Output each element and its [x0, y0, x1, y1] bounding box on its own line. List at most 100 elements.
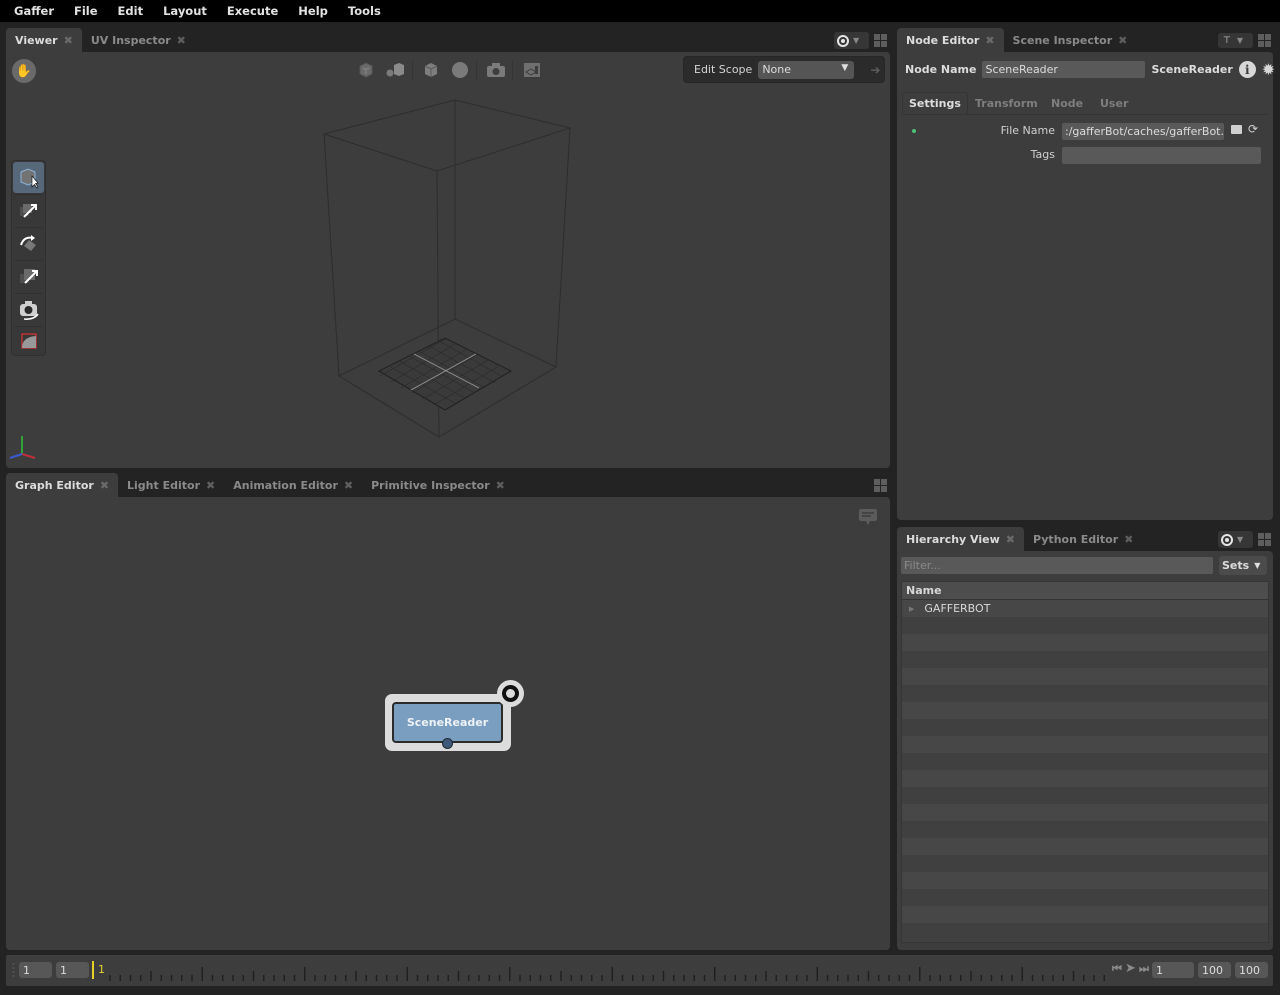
file-name-value: :/gafferBot/caches/gafferBot.scc	[1065, 125, 1224, 138]
hierarchy-empty-row	[902, 702, 1268, 719]
file-name-input[interactable]: :/gafferBot/caches/gafferBot.scc	[1062, 123, 1224, 140]
menu-gaffer[interactable]: Gaffer	[14, 4, 54, 18]
sets-dropdown[interactable]: Sets ▼	[1219, 556, 1267, 575]
timeline-grip[interactable]	[12, 963, 15, 977]
hierarchy-icon: ⊤	[1223, 35, 1231, 46]
focus-target-button[interactable]: ▼	[834, 32, 869, 49]
layout-menu-button[interactable]	[874, 34, 887, 47]
subtab-transform[interactable]: Transform	[969, 92, 1044, 114]
close-icon[interactable]: ✖	[344, 479, 353, 492]
start-frame-input[interactable]: 1	[19, 962, 52, 978]
expand-arrow-icon[interactable]: ▶	[909, 605, 914, 613]
menu-edit[interactable]: Edit	[118, 4, 144, 18]
close-icon[interactable]: ✖	[1118, 34, 1127, 47]
skip-to-end-icon[interactable]: ⏭	[1139, 962, 1149, 976]
edit-scope-label: Edit Scope	[694, 63, 753, 76]
playhead[interactable]	[92, 961, 94, 979]
menu-layout[interactable]: Layout	[163, 4, 207, 18]
target-icon	[837, 34, 849, 47]
selection-mask-icon[interactable]	[356, 61, 376, 79]
tab-primitive-inspector[interactable]: Primitive Inspector ✖	[362, 473, 514, 497]
end-frame-input[interactable]: 100	[1235, 962, 1268, 978]
tags-input[interactable]	[1062, 147, 1261, 164]
shading-mode-icon[interactable]	[450, 61, 470, 79]
node-editor-tabbar: Node Editor ✖ Scene Inspector ✖	[897, 28, 1273, 52]
tab-uv-inspector[interactable]: UV Inspector ✖	[82, 28, 195, 52]
subtab-user[interactable]: User	[1094, 92, 1134, 114]
tab-hierarchy-view[interactable]: Hierarchy View ✖	[897, 527, 1024, 551]
close-icon[interactable]: ✖	[985, 34, 994, 47]
rotate-tool-button[interactable]	[13, 228, 44, 259]
node-type-label: SceneReader	[1151, 63, 1233, 76]
close-icon[interactable]: ✖	[496, 479, 505, 492]
expansion-icon[interactable]	[386, 61, 406, 79]
focus-target-button[interactable]: ▼	[1218, 531, 1253, 548]
tab-node-editor[interactable]: Node Editor ✖	[897, 28, 1004, 52]
menu-tools[interactable]: Tools	[348, 4, 381, 18]
scale-icon	[19, 268, 38, 284]
close-icon[interactable]: ✖	[100, 479, 109, 492]
close-icon[interactable]: ✖	[206, 479, 215, 492]
subtab-node[interactable]: Node	[1045, 92, 1089, 114]
annotation-icon[interactable]	[858, 508, 878, 526]
layout-menu-button[interactable]	[874, 479, 887, 492]
layout-menu-button[interactable]	[1258, 533, 1271, 546]
skip-to-start-icon[interactable]: ⏮	[1112, 962, 1122, 976]
output-plug[interactable]	[442, 738, 453, 749]
node-editor-settings-button[interactable]: ⊤ ▼	[1218, 33, 1253, 48]
current-frame-input[interactable]: 1	[1152, 962, 1194, 978]
play-icon[interactable]: ➤	[1125, 961, 1136, 976]
scale-tool-button[interactable]	[13, 261, 44, 292]
close-icon[interactable]: ✖	[64, 34, 73, 47]
menu-execute[interactable]: Execute	[227, 4, 278, 18]
arrow-right-icon[interactable]: ➔	[870, 63, 880, 77]
timeline: 1 1 1 ⏮ ➤ ⏭ 1 100 100	[6, 955, 1273, 986]
close-icon[interactable]: ✖	[177, 34, 186, 47]
subtab-settings[interactable]: Settings	[902, 92, 968, 114]
hierarchy-row[interactable]: ▶ GAFFERBOT	[902, 600, 1268, 617]
gear-icon[interactable]: ✹	[1262, 60, 1275, 79]
tab-scene-inspector[interactable]: Scene Inspector ✖	[1004, 28, 1137, 52]
tab-python-editor[interactable]: Python Editor ✖	[1024, 527, 1142, 551]
node-name-input[interactable]: SceneReader	[982, 61, 1146, 78]
grid-gnomon-icon[interactable]	[522, 61, 542, 79]
tags-label: Tags	[1030, 148, 1055, 161]
refresh-icon[interactable]: ⟳	[1248, 122, 1258, 136]
layout-menu-button[interactable]	[1258, 34, 1271, 47]
tab-label: Python Editor	[1033, 532, 1119, 546]
range-end-input[interactable]: 100	[1198, 962, 1231, 978]
tab-label: Scene Inspector	[1012, 33, 1113, 47]
hand-icon[interactable]: ✋	[12, 59, 36, 83]
tab-light-editor[interactable]: Light Editor ✖	[118, 473, 224, 497]
edit-scope-dropdown[interactable]: None ▼	[758, 60, 855, 79]
ground-grid	[377, 337, 513, 411]
menu-help[interactable]: Help	[298, 4, 328, 18]
node-focus-indicator[interactable]	[497, 680, 524, 707]
target-icon	[502, 685, 519, 702]
tab-viewer[interactable]: Viewer ✖	[6, 28, 82, 52]
crop-window-icon	[20, 332, 37, 349]
subtab-bar	[902, 114, 1268, 115]
column-header-name[interactable]: Name	[902, 582, 1268, 600]
drawing-mode-icon[interactable]	[421, 61, 441, 79]
translate-tool-button[interactable]	[13, 195, 44, 226]
selection-tool-button[interactable]	[13, 162, 44, 193]
graph-tabbar: Graph Editor ✖ Light Editor ✖ Animation Ed…	[6, 473, 890, 497]
camera-tool-button[interactable]	[13, 294, 44, 325]
file-name-label: File Name	[1000, 124, 1055, 137]
info-icon[interactable]: i	[1238, 61, 1256, 78]
node-scene-reader[interactable]: SceneReader	[385, 694, 511, 751]
close-icon[interactable]: ✖	[1006, 533, 1015, 546]
close-icon[interactable]: ✖	[1124, 533, 1133, 546]
range-start-input[interactable]: 1	[56, 962, 89, 978]
menu-file[interactable]: File	[74, 4, 98, 18]
crop-window-tool-button[interactable]	[13, 325, 44, 356]
timeline-ruler[interactable]	[102, 961, 1112, 981]
hierarchy-empty-row	[902, 770, 1268, 787]
tab-animation-editor[interactable]: Animation Editor ✖	[224, 473, 362, 497]
camera-icon[interactable]	[486, 61, 506, 79]
folder-icon[interactable]	[1231, 125, 1242, 134]
tab-graph-editor[interactable]: Graph Editor ✖	[6, 473, 119, 497]
hierarchy-filter-input[interactable]	[901, 557, 1213, 574]
chevron-down-icon: ▼	[841, 62, 849, 73]
